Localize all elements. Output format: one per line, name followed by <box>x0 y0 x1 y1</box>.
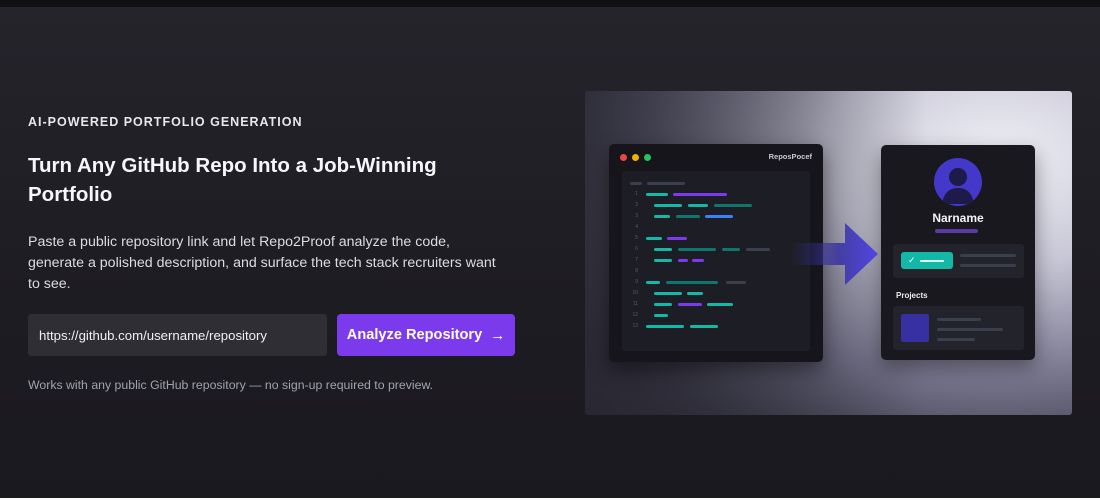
analyze-repository-button[interactable]: Analyze Repository → <box>337 314 515 356</box>
line-number: 3 <box>635 213 638 219</box>
project-card <box>893 306 1024 350</box>
code-segment <box>676 215 700 218</box>
code-segment <box>647 182 685 185</box>
code-segment <box>654 248 672 251</box>
line-number: 13 <box>632 323 638 329</box>
minimize-dot-icon <box>632 154 639 161</box>
footnote: Works with any public GitHub repository … <box>28 378 434 392</box>
code-segment <box>654 215 670 218</box>
code-segment <box>646 281 660 284</box>
page-title: Turn Any GitHub Repo Into a Job-Winning … <box>28 154 437 206</box>
code-segment <box>654 314 668 317</box>
code-segment <box>673 193 727 196</box>
check-icon: ✓ <box>908 255 916 265</box>
code-segment <box>646 237 662 240</box>
line-number: 10 <box>632 290 638 296</box>
code-segment <box>667 237 687 240</box>
code-segment <box>722 248 740 251</box>
editor-title: ReposPocef <box>768 152 812 161</box>
code-segment <box>707 303 733 306</box>
code-segment <box>688 204 708 207</box>
line-number: 1 <box>635 191 638 197</box>
verified-card: ✓ <box>893 244 1024 278</box>
code-segment <box>705 215 733 218</box>
line-number: 9 <box>635 279 638 285</box>
profile-name: Narname <box>932 211 984 225</box>
code-segment <box>678 303 702 306</box>
portfolio-profile-card: Narname ✓ Projects <box>881 145 1035 360</box>
arrow-right-icon: → <box>490 326 506 344</box>
code-segment <box>654 204 682 207</box>
code-segment <box>666 281 718 284</box>
project-thumbnail <box>901 314 929 342</box>
line-number: 12 <box>632 312 638 318</box>
line-number: 11 <box>632 301 638 307</box>
code-segment <box>654 303 672 306</box>
user-icon <box>942 168 974 204</box>
code-area: 1 2 3 4 5 6 7 8 9 10 11 12 13 <box>622 171 810 351</box>
maximize-dot-icon <box>644 154 651 161</box>
close-dot-icon <box>620 154 627 161</box>
text-placeholder <box>937 328 1003 331</box>
line-number: 7 <box>635 257 638 263</box>
line-number: 2 <box>635 202 638 208</box>
code-segment <box>646 325 684 328</box>
avatar <box>934 158 982 206</box>
hero-description: Paste a public repository link and let R… <box>28 234 496 292</box>
code-segment <box>630 182 642 185</box>
arrow-right-icon <box>790 223 878 285</box>
code-segment <box>692 259 704 262</box>
top-bar <box>0 0 1100 7</box>
code-segment <box>687 292 703 295</box>
code-segment <box>714 204 752 207</box>
eyebrow-label: AI-POWERED PORTFOLIO GENERATION <box>28 115 303 129</box>
code-segment <box>678 248 716 251</box>
line-number: 5 <box>635 235 638 241</box>
code-segment <box>654 259 672 262</box>
code-segment <box>654 292 682 295</box>
verified-badge: ✓ <box>901 252 953 269</box>
text-placeholder <box>937 318 981 321</box>
projects-label: Projects <box>896 291 928 300</box>
code-segment <box>726 281 746 284</box>
text-placeholder <box>960 254 1016 257</box>
line-number: 6 <box>635 246 638 252</box>
code-segment <box>678 259 688 262</box>
text-placeholder <box>937 338 975 341</box>
hero-illustration: ReposPocef 1 2 3 4 5 6 7 8 9 10 11 12 13… <box>585 91 1072 415</box>
line-number: 4 <box>635 224 638 230</box>
code-segment <box>646 193 668 196</box>
code-segment <box>746 248 770 251</box>
repository-url-input[interactable] <box>28 314 327 356</box>
analyze-button-label: Analyze Repository <box>346 327 483 343</box>
line-number: 8 <box>635 268 638 274</box>
code-segment <box>690 325 718 328</box>
profile-subtitle-bar <box>935 229 978 233</box>
text-placeholder <box>960 264 1016 267</box>
